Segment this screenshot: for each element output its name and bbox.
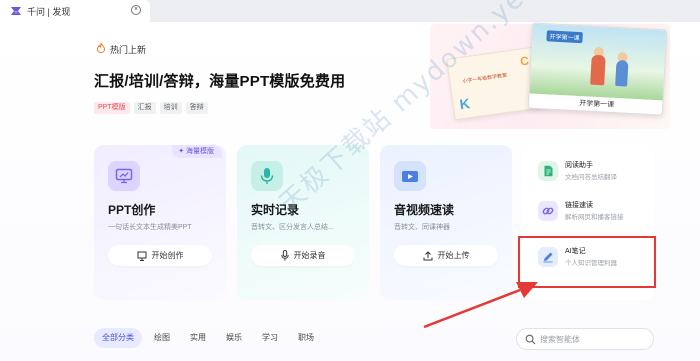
discover-page: 热门上新 汇报/培训/答辩，海量PPT模版免费用 PPT模版 汇报 培训 答辩 … [0, 0, 700, 361]
tag-training[interactable]: 培训 [159, 102, 182, 114]
tab-workplace[interactable]: 职场 [290, 328, 322, 348]
microphone-icon [251, 161, 283, 191]
tab-practical[interactable]: 实用 [182, 328, 214, 348]
card-ppt-create[interactable]: ✦ 海量模版 PPT创作 一句话长文本生成精美PPT 开始创作 [94, 145, 226, 300]
category-tabs: 全部分类 绘图 实用 娱乐 学习 职场 [94, 328, 322, 348]
card-desc: 音转文、同课神器 [394, 224, 450, 231]
tab-strip: 千问 | 发现 × [0, 0, 700, 22]
template-preview-front: 开学第一课 开学第一课 [527, 22, 668, 116]
hero-title[interactable]: 汇报/培训/答辩，海量PPT模版免费用 [94, 70, 345, 91]
tab-entertainment[interactable]: 娱乐 [218, 328, 250, 348]
agent-search[interactable] [516, 328, 654, 350]
template-front-title: 开学第一课 [546, 30, 583, 44]
tool-link-speedread[interactable]: 链接速读 解析网页和播客链接 [534, 195, 649, 231]
search-icon [525, 334, 536, 345]
card-desc: 音转文、区分发言人总结... [251, 224, 334, 231]
close-icon[interactable]: × [131, 5, 141, 15]
tag-defense[interactable]: 答辩 [185, 102, 208, 114]
tab-drawing[interactable]: 绘图 [146, 328, 178, 348]
start-create-button[interactable]: 开始创作 [108, 245, 212, 266]
search-input[interactable] [540, 332, 650, 346]
hero-illustration[interactable]: C 小学一年级数学教案 K 开学第一课 开学第一课 [400, 22, 680, 132]
hero-tags: PPT模版 汇报 培训 答辩 [94, 102, 208, 114]
tool-desc: 解析网页和播客链接 [565, 214, 624, 221]
browser-tab-discover[interactable]: 千问 | 发现 × [0, 0, 150, 22]
card-title: 音视频速读 [394, 203, 455, 217]
annotation-arrow-icon [423, 282, 538, 329]
fire-icon [96, 43, 106, 53]
tool-desc: 文档问答总结翻译 [565, 174, 617, 181]
tag-report[interactable]: 汇报 [133, 102, 156, 114]
upload-icon [423, 250, 432, 260]
card-title: PPT创作 [108, 203, 156, 217]
card-title: 实时记录 [251, 203, 300, 217]
tag-ppt-template[interactable]: PPT模版 [94, 102, 130, 114]
video-icon [394, 161, 426, 191]
template-back-title: 小学一年级数学教案 [462, 72, 508, 85]
hot-new-label: 热门上新 [110, 45, 147, 55]
tool-reading-assistant[interactable]: 阅读助手 文档问答总结翻译 [534, 155, 649, 191]
microphone-small-icon [280, 250, 289, 261]
app-logo-icon [11, 7, 21, 15]
tab-all[interactable]: 全部分类 [94, 328, 142, 348]
card-desc: 一句话长文本生成精美PPT [108, 224, 192, 231]
document-icon [538, 161, 558, 181]
presentation-small-icon [137, 251, 146, 261]
start-record-button[interactable]: 开始录音 [251, 245, 355, 266]
tool-name: 阅读助手 [565, 162, 593, 169]
link-icon [538, 201, 558, 221]
card-realtime-record[interactable]: 实时记录 音转文、区分发言人总结... 开始录音 [237, 145, 369, 300]
start-upload-button[interactable]: 开始上传 [394, 245, 498, 266]
presentation-icon [108, 161, 140, 191]
tab-title: 千问 | 发现 [27, 7, 71, 17]
tab-study[interactable]: 学习 [254, 328, 286, 348]
tool-name: 链接速读 [565, 202, 593, 209]
card-badge: ✦ 海量模版 [172, 145, 222, 158]
